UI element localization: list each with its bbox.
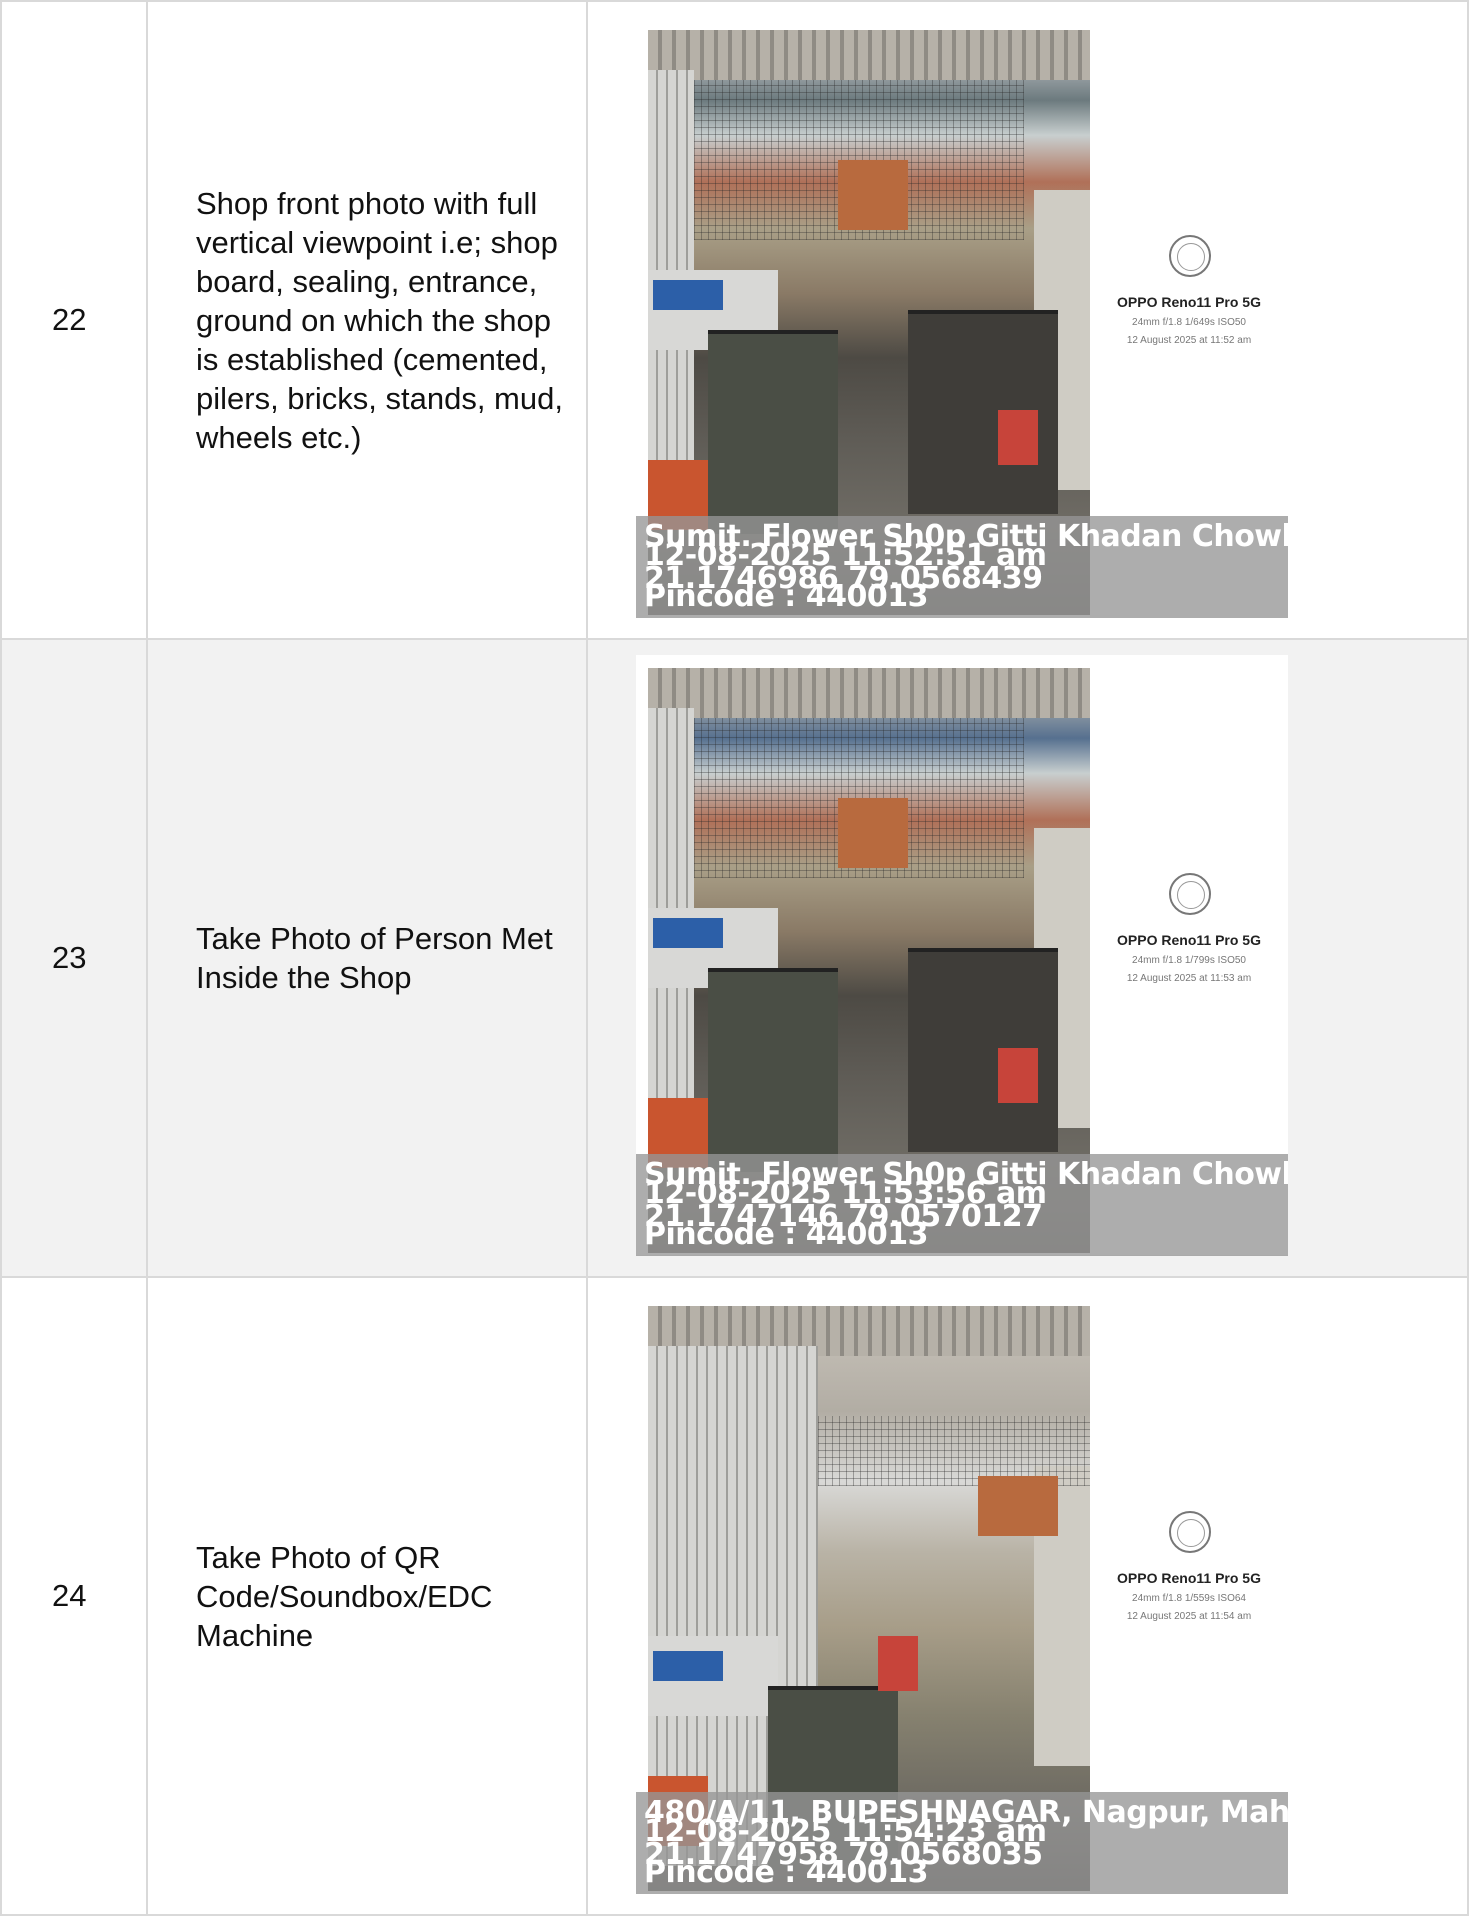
photo-card[interactable]: OPPO Reno11 Pro 5G 24mm f/1.8 1/799s ISO…	[636, 655, 1288, 1256]
photo-cell: OPPO Reno11 Pro 5G 24mm f/1.8 1/649s ISO…	[586, 0, 1469, 640]
camera-specs: 24mm f/1.8 1/559s ISO64	[1132, 1593, 1246, 1604]
overlay-pincode: Pincode : 440013	[644, 1855, 928, 1890]
camera-date: 12 August 2025 at 11:52 am	[1126, 335, 1252, 346]
camera-brand-logo-icon	[1169, 235, 1211, 277]
camera-specs: 24mm f/1.8 1/649s ISO50	[1132, 317, 1246, 328]
row-number: 23	[0, 638, 148, 1278]
photo-card[interactable]: OPPO Reno11 Pro 5G 24mm f/1.8 1/559s ISO…	[636, 1293, 1288, 1894]
row-number: 22	[0, 0, 148, 640]
table-row: 22 Shop front photo with full vertical v…	[0, 0, 1469, 640]
geo-overlay: 480/A/11, BUPESHNAGAR, Nagpur, Maharas 1…	[636, 1792, 1288, 1894]
inspection-table: 22 Shop front photo with full vertical v…	[0, 0, 1469, 1916]
row-description: Shop front photo with full vertical view…	[146, 0, 588, 640]
camera-specs: 24mm f/1.8 1/799s ISO50	[1132, 955, 1246, 966]
geo-overlay: Sumit. Flower Sh0p Gitti Khadan Chowk, .…	[636, 1154, 1288, 1256]
camera-model: OPPO Reno11 Pro 5G	[1117, 1570, 1261, 1586]
photo-cell: OPPO Reno11 Pro 5G 24mm f/1.8 1/799s ISO…	[586, 638, 1469, 1278]
camera-brand-logo-icon	[1169, 1511, 1211, 1553]
row-number: 24	[0, 1276, 148, 1916]
photo-card[interactable]: OPPO Reno11 Pro 5G 24mm f/1.8 1/649s ISO…	[636, 17, 1288, 618]
camera-date: 12 August 2025 at 11:53 am	[1126, 973, 1252, 984]
overlay-pincode: Pincode : 440013	[644, 1217, 928, 1252]
table-row: 23 Take Photo of Person Met Inside the S…	[0, 638, 1469, 1278]
photo-cell: OPPO Reno11 Pro 5G 24mm f/1.8 1/559s ISO…	[586, 1276, 1469, 1916]
camera-model: OPPO Reno11 Pro 5G	[1117, 294, 1261, 310]
table-row: 24 Take Photo of QR Code/Soundbox/EDC Ma…	[0, 1276, 1469, 1916]
camera-model: OPPO Reno11 Pro 5G	[1117, 932, 1261, 948]
row-description: Take Photo of Person Met Inside the Shop	[146, 638, 588, 1278]
camera-date: 12 August 2025 at 11:54 am	[1126, 1611, 1252, 1622]
camera-brand-logo-icon	[1169, 873, 1211, 915]
row-description: Take Photo of QR Code/Soundbox/EDC Machi…	[146, 1276, 588, 1916]
geo-overlay: Sumit. Flower Sh0p Gitti Khadan Chowk, .…	[636, 516, 1288, 618]
overlay-pincode: Pincode : 440013	[644, 579, 928, 614]
